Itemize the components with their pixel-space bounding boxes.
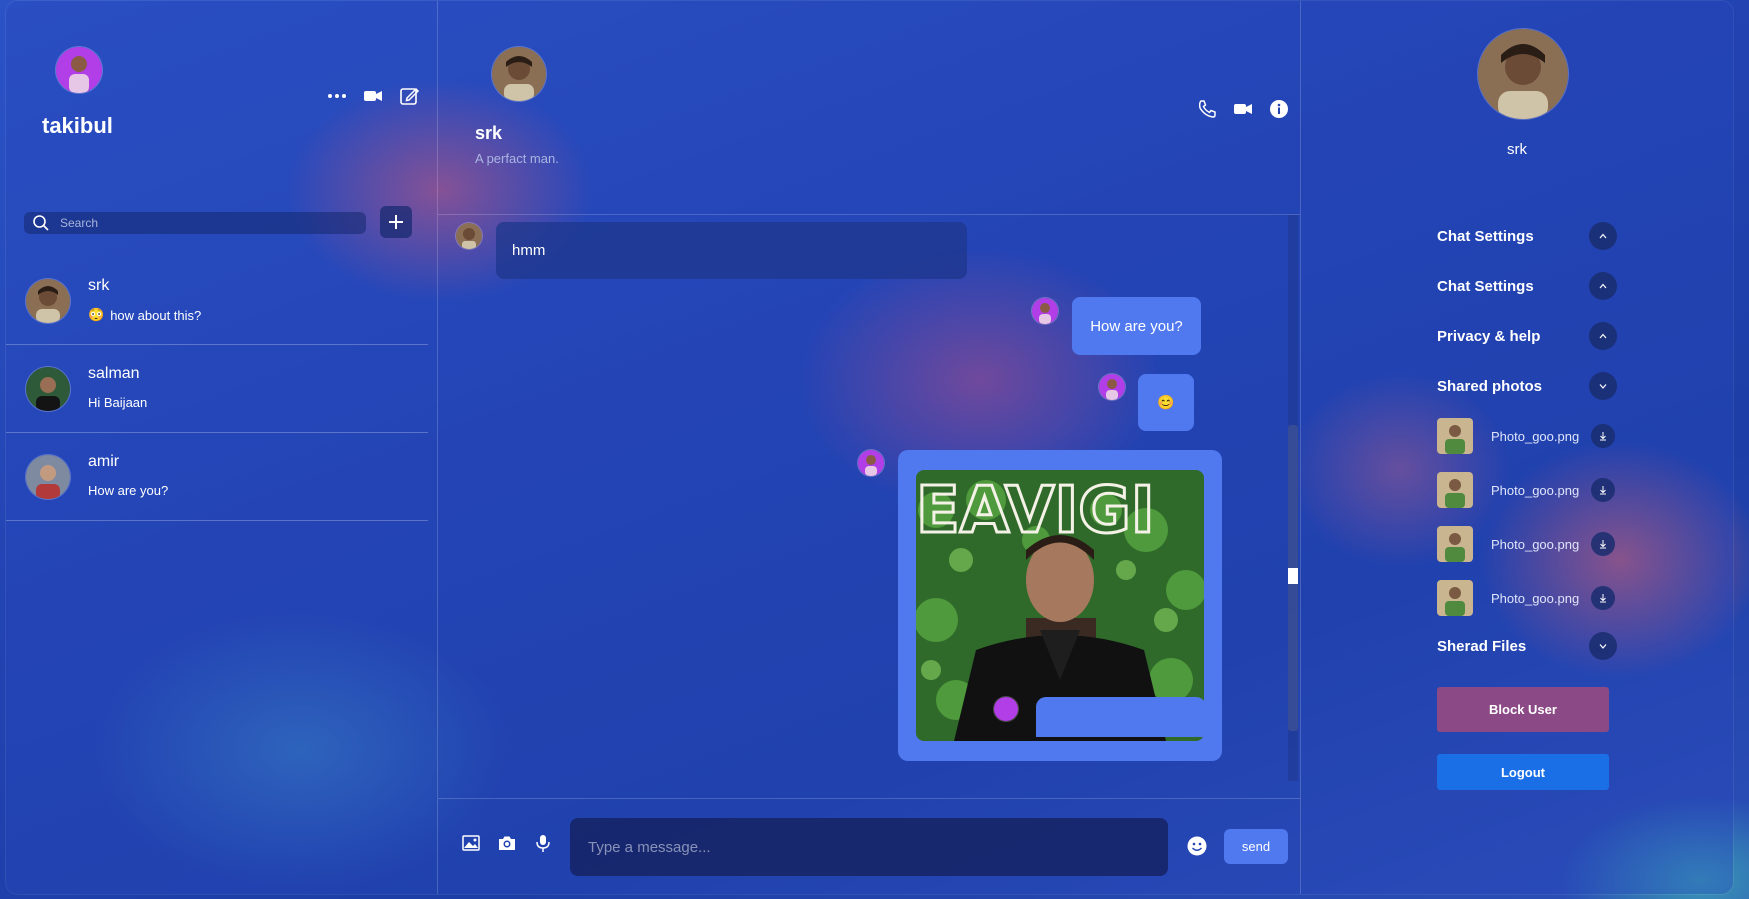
image-icon[interactable] [460,832,482,854]
download-icon[interactable] [1591,586,1615,610]
photo-thumbnail[interactable] [1437,580,1473,616]
info-icon[interactable] [1268,98,1290,120]
chat-item-amir[interactable]: amir How are you? [6,433,428,521]
conversation-actions [1196,98,1290,120]
chevron-down-icon[interactable] [1589,372,1617,400]
chat-item-salman[interactable]: salman Hi Baijaan [6,345,428,433]
section-title: Chat Settings [1437,277,1534,295]
chat-item-preview-text: how about this? [110,307,202,323]
scrollbar-end [1288,568,1298,584]
flushed-emoji-icon: 😳 [88,307,105,322]
message-text: hmm [512,242,546,259]
chevron-up-icon[interactable] [1589,222,1617,250]
chat-item-name: srk [88,277,110,294]
chat-item-preview-text: Hi Baijaan [88,395,148,410]
chat-item-srk[interactable]: srk 😳 how about this? [6,257,428,345]
video-call-icon[interactable] [362,85,384,107]
more-options-icon[interactable] [326,85,348,107]
search-input[interactable] [60,216,340,230]
contact-profile-name: srk [1507,141,1527,158]
contact-name: srk [475,123,503,143]
composer-actions [460,832,554,854]
photo-name: Photo_goo.png [1491,428,1580,444]
current-user-avatar[interactable] [56,47,102,93]
photo-name: Photo_goo.png [1491,482,1580,498]
shared-photo-item[interactable]: Photo_goo.png [1437,471,1617,509]
avatar [26,367,70,411]
composer-divider [438,798,1300,799]
photo-name: Photo_goo.png [1491,536,1580,552]
phone-icon[interactable] [1196,98,1218,120]
chat-item-preview: Hi Baijaan [88,395,147,410]
my-message-avatar [994,697,1018,721]
search-icon [30,212,52,234]
avatar [26,279,70,323]
message-bubble-outgoing: How are you? [1072,297,1201,355]
contact-profile-avatar[interactable] [1478,29,1568,119]
photo-name: Photo_goo.png [1491,590,1580,606]
smiling-emoji-icon: 😊 [1157,394,1175,410]
logout-button[interactable]: Logout [1437,754,1609,790]
section-title: Sherad Files [1437,637,1527,655]
svg-text:EAVIGI: EAVIGI [916,474,1155,548]
section-privacy-help[interactable]: Privacy & help [1437,322,1617,350]
chat-item-preview-text: How are you? [88,483,169,498]
section-shared-files[interactable]: Sherad Files [1437,632,1617,660]
message-list: hmm How are you? 😊 EAVIGI [438,215,1300,781]
chevron-up-icon[interactable] [1589,272,1617,300]
section-shared-photos[interactable]: Shared photos [1437,372,1617,400]
chat-list: srk 😳 how about this? salman Hi Baijaan [6,257,428,521]
current-user-name: takibul [42,113,113,138]
emoji-icon[interactable] [1184,833,1210,859]
block-user-button[interactable]: Block User [1437,687,1609,732]
message-input[interactable] [570,818,1168,876]
my-message-avatar [858,450,884,476]
photo-thumbnail[interactable] [1437,418,1473,454]
shared-photo-item[interactable]: Photo_goo.png [1437,417,1617,455]
chevron-up-icon[interactable] [1589,322,1617,350]
new-chat-icon[interactable] [398,85,420,107]
microphone-icon[interactable] [532,832,554,854]
section-chat-settings-2[interactable]: Chat Settings [1437,272,1617,300]
chat-item-name: amir [88,453,120,470]
sidebar-actions [326,85,420,107]
contact-details-panel: srk Chat Settings Chat Settings Privacy … [1301,1,1733,894]
section-chat-settings[interactable]: Chat Settings [1437,222,1617,250]
download-icon[interactable] [1591,424,1615,448]
plus-icon [389,215,403,229]
contact-status: A perfact man. [475,151,559,166]
shared-photo-item[interactable]: Photo_goo.png [1437,525,1617,563]
chat-item-name: salman [88,365,140,382]
message-text: How are you? [1090,317,1183,335]
chat-app-window: takibul srk [6,1,1733,894]
contact-message-avatar [456,223,482,249]
section-title: Privacy & help [1437,327,1541,345]
my-message-avatar [1099,374,1125,400]
my-message-avatar [1032,298,1058,324]
shared-photos-list: Photo_goo.png Photo_goo.png Photo_goo.pn… [1437,417,1617,617]
photo-thumbnail[interactable] [1437,526,1473,562]
conversation-panel: srk A perfact man. hmm How are you? 😊 EA… [438,1,1301,894]
details-sections: Chat Settings Chat Settings Privacy & he… [1437,222,1617,683]
section-title: Chat Settings [1437,227,1534,245]
contact-avatar[interactable] [492,47,546,101]
send-button[interactable]: send [1224,829,1288,864]
message-bubble-outgoing: 😊 [1138,374,1194,431]
chat-item-preview: 😳 how about this? [88,307,201,323]
section-title: Shared photos [1437,377,1543,395]
download-icon[interactable] [1591,478,1615,502]
message-bubble-outgoing [1036,697,1206,737]
message-bubble-incoming: hmm [496,222,967,279]
shared-photo-item[interactable]: Photo_goo.png [1437,579,1617,617]
chevron-down-icon[interactable] [1589,632,1617,660]
photo-thumbnail[interactable] [1437,472,1473,508]
video-call-icon[interactable] [1232,98,1254,120]
add-chat-button[interactable] [380,206,412,238]
chat-list-panel: takibul srk [6,1,438,894]
download-icon[interactable] [1591,532,1615,556]
search-bar [24,212,366,234]
camera-icon[interactable] [496,832,518,854]
avatar [26,455,70,499]
chat-item-preview: How are you? [88,483,168,498]
